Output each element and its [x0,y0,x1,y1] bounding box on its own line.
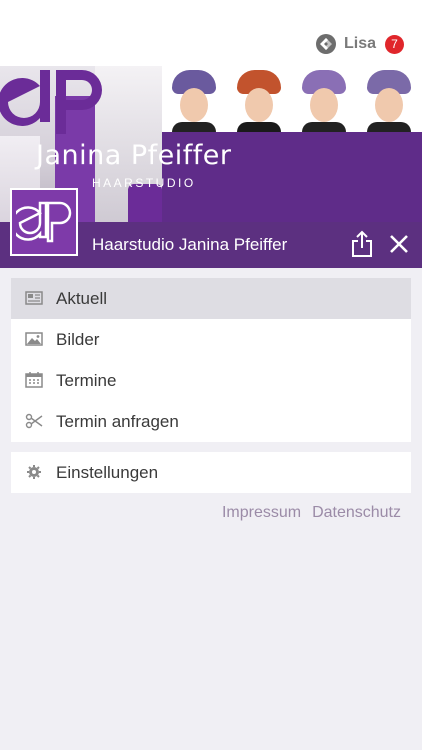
model-photo [357,66,422,132]
main-menu: Aktuell Bilder Termine Termin anfragen [11,278,411,442]
model-photo [162,66,227,132]
page-title: Haarstudio Janina Pfeiffer [92,235,288,254]
menu-item-einstellungen[interactable]: Einstellungen [11,452,411,493]
model-photo [227,66,292,132]
footer-links: Impressum Datenschutz [222,504,401,522]
share-icon[interactable] [350,230,374,258]
brand-subtitle: HAARSTUDIO [92,176,196,190]
dp-logo-large [0,70,102,134]
menu-label: Einstellungen [56,463,159,482]
user-name[interactable]: Lisa [344,35,376,53]
model-photos [162,66,422,132]
user-account[interactable]: Lisa 7 [315,32,404,56]
menu-label: Aktuell [56,289,108,308]
menu-item-termine[interactable]: Termine [11,360,411,401]
impressum-link[interactable]: Impressum [222,504,301,522]
header-banner: Janina Pfeiffer HAARSTUDIO Haarstudio Ja… [0,66,422,268]
news-icon [25,291,43,305]
menu-item-termin-anfragen[interactable]: Termin anfragen [11,401,411,442]
notification-badge[interactable]: 7 [385,34,404,54]
brand-name: Janina Pfeiffer [36,140,232,171]
menu-label: Bilder [56,330,100,349]
dp-logo [10,188,78,256]
app-logo-icon [315,34,336,54]
close-icon[interactable] [389,234,409,254]
menu-label: Termine [56,371,117,390]
calendar-icon [25,372,43,388]
scissors-icon [25,413,43,429]
settings-menu: Einstellungen [11,452,411,493]
top-bar: Lisa 7 [0,0,422,66]
model-photo [292,66,357,132]
gear-icon [27,465,41,479]
image-icon [25,332,43,346]
datenschutz-link[interactable]: Datenschutz [312,504,401,522]
menu-item-bilder[interactable]: Bilder [11,319,411,360]
menu-label: Termin anfragen [56,412,179,431]
menu-item-aktuell[interactable]: Aktuell [11,278,411,319]
